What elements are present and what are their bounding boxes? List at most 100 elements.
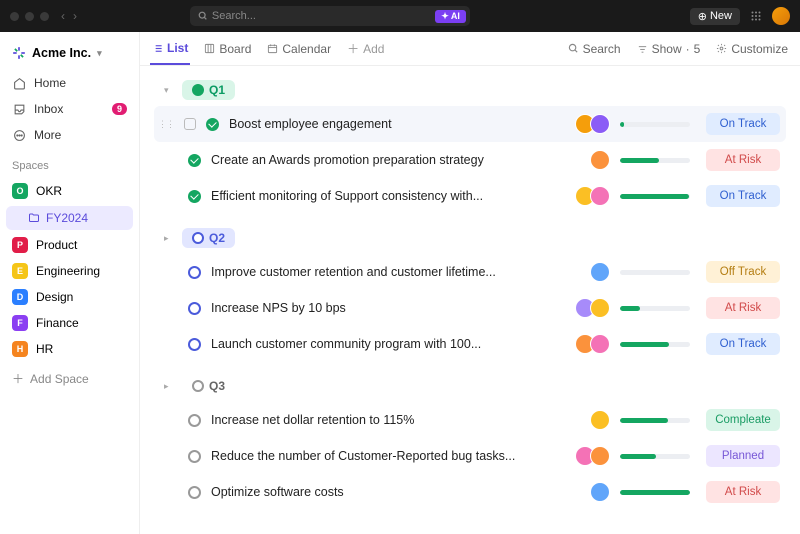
assignees <box>590 482 610 502</box>
toolbar-show[interactable]: Show · 5 <box>635 34 703 64</box>
task-row[interactable]: Increase net dollar retention to 115% Co… <box>154 402 786 438</box>
collapse-caret-icon[interactable]: ▸ <box>164 381 174 392</box>
nav-inbox[interactable]: Inbox 9 <box>0 96 139 122</box>
assignee-avatar[interactable] <box>590 446 610 466</box>
task-row[interactable]: ⋮⋮ Boost employee engagement On Track <box>154 106 786 142</box>
task-row[interactable]: Launch customer community program with 1… <box>154 326 786 362</box>
tab-list[interactable]: List <box>150 33 190 65</box>
status-pill[interactable]: At Risk <box>706 481 780 503</box>
apps-grid-icon[interactable] <box>750 10 762 22</box>
calendar-icon <box>267 43 278 54</box>
status-pill[interactable]: On Track <box>706 113 780 135</box>
progress-cell <box>620 306 696 311</box>
task-title: Improve customer retention and customer … <box>211 265 580 279</box>
collapse-caret-icon[interactable]: ▸ <box>164 233 174 244</box>
task-status-icon[interactable] <box>188 266 201 279</box>
nav-home[interactable]: Home <box>0 70 139 96</box>
toolbar-search[interactable]: Search <box>566 34 623 64</box>
assignees <box>590 262 610 282</box>
space-item-engineering[interactable]: EEngineering <box>0 258 139 284</box>
status-pill[interactable]: On Track <box>706 333 780 355</box>
assignee-avatar[interactable] <box>590 114 610 134</box>
search-icon <box>568 43 579 54</box>
user-avatar[interactable] <box>772 7 790 25</box>
task-row[interactable]: Reduce the number of Customer-Reported b… <box>154 438 786 474</box>
row-checkbox[interactable] <box>184 118 196 130</box>
task-row[interactable]: Optimize software costs At Risk <box>154 474 786 510</box>
assignee-avatar[interactable] <box>590 334 610 354</box>
progress-bar <box>620 490 690 495</box>
close-window[interactable] <box>10 12 19 21</box>
task-status-icon[interactable] <box>188 414 201 427</box>
status-dot-icon <box>192 84 204 96</box>
assignee-avatar[interactable] <box>590 150 610 170</box>
task-row[interactable]: Efficient monitoring of Support consiste… <box>154 178 786 214</box>
status-pill[interactable]: On Track <box>706 185 780 207</box>
view-toolbar: List Board Calendar ＋ Add Sear <box>140 32 800 66</box>
filter-icon <box>637 43 648 54</box>
assignee-avatar[interactable] <box>590 262 610 282</box>
group-header-q3[interactable]: ▸ Q3 <box>154 370 786 402</box>
assignee-avatar[interactable] <box>590 482 610 502</box>
space-item-okr[interactable]: OOKR <box>0 178 139 204</box>
space-item-finance[interactable]: FFinance <box>0 310 139 336</box>
main-panel: List Board Calendar ＋ Add Sear <box>140 32 800 534</box>
nav-more[interactable]: More <box>0 122 139 148</box>
minimize-window[interactable] <box>25 12 34 21</box>
space-icon: H <box>12 341 28 357</box>
add-view-button[interactable]: ＋ Add <box>345 32 386 65</box>
task-status-icon[interactable] <box>188 486 201 499</box>
inbox-badge: 9 <box>112 103 127 115</box>
tab-calendar[interactable]: Calendar <box>265 34 333 64</box>
new-button[interactable]: ⊕ New <box>690 8 740 25</box>
drag-handle-icon[interactable]: ⋮⋮ <box>158 119 174 130</box>
assignee-avatar[interactable] <box>590 298 610 318</box>
toolbar-customize[interactable]: Customize <box>714 34 790 64</box>
progress-bar <box>620 194 690 199</box>
group-header-q1[interactable]: ▾ Q1 <box>154 74 786 106</box>
global-search[interactable]: Search... ✦ AI <box>190 6 470 26</box>
workspace-switcher[interactable]: Acme Inc. ▾ <box>0 42 139 70</box>
task-status-icon[interactable] <box>188 302 201 315</box>
status-pill[interactable]: At Risk <box>706 297 780 319</box>
plus-icon: ＋ <box>347 40 359 57</box>
assignee-avatar[interactable] <box>590 410 610 430</box>
collapse-caret-icon[interactable]: ▾ <box>164 85 174 96</box>
group-label: Q3 <box>209 379 225 393</box>
space-icon: F <box>12 315 28 331</box>
task-row[interactable]: Improve customer retention and customer … <box>154 254 786 290</box>
task-row[interactable]: Create an Awards promotion preparation s… <box>154 142 786 178</box>
tab-board[interactable]: Board <box>202 34 253 64</box>
task-status-icon[interactable] <box>188 190 201 203</box>
group-pill: Q3 <box>182 376 235 396</box>
assignee-avatar[interactable] <box>590 186 610 206</box>
nav-back-icon[interactable]: ‹ <box>61 9 65 23</box>
status-pill[interactable]: Off Track <box>706 261 780 283</box>
workspace-name: Acme Inc. <box>32 46 91 60</box>
task-status-icon[interactable] <box>206 118 219 131</box>
nav-forward-icon[interactable]: › <box>73 9 77 23</box>
assignees <box>575 334 610 354</box>
space-item-hr[interactable]: HHR <box>0 336 139 362</box>
group-label: Q2 <box>209 231 225 245</box>
space-item-product[interactable]: PProduct <box>0 232 139 258</box>
progress-cell <box>620 418 696 423</box>
space-item-design[interactable]: DDesign <box>0 284 139 310</box>
progress-cell <box>620 342 696 347</box>
progress-bar <box>620 306 690 311</box>
task-status-icon[interactable] <box>188 338 201 351</box>
list-icon <box>152 43 163 54</box>
traffic-lights <box>10 12 49 21</box>
group-header-q2[interactable]: ▸ Q2 <box>154 222 786 254</box>
search-icon <box>198 11 208 21</box>
task-status-icon[interactable] <box>188 154 201 167</box>
status-pill[interactable]: At Risk <box>706 149 780 171</box>
task-row[interactable]: Increase NPS by 10 bps At Risk <box>154 290 786 326</box>
ai-badge[interactable]: ✦ AI <box>435 10 466 23</box>
folder-fy2024[interactable]: FY2024 <box>6 206 133 230</box>
task-status-icon[interactable] <box>188 450 201 463</box>
add-space-button[interactable]: ＋ Add Space <box>0 362 139 395</box>
maximize-window[interactable] <box>40 12 49 21</box>
status-pill[interactable]: Planned <box>706 445 780 467</box>
status-pill[interactable]: Compleate <box>706 409 780 431</box>
